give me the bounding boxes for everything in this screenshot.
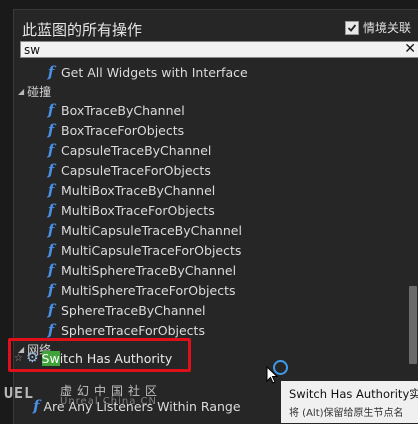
list-item-label: MultiCapsuleTraceByChannel: [61, 222, 242, 238]
favorite-star-icon[interactable]: ☆: [14, 353, 23, 364]
context-checkbox[interactable]: [344, 20, 359, 35]
list-item[interactable]: f BoxTraceByChannel: [44, 100, 418, 120]
search-bar[interactable]: ✕: [20, 41, 418, 58]
list-item[interactable]: f CapsuleTraceForObjects: [44, 160, 418, 180]
function-icon: f: [47, 261, 55, 279]
context-sensitive-toggle[interactable]: 情境关联: [344, 19, 411, 36]
function-icon: f: [47, 241, 55, 259]
tooltip-title: Switch Has Authority实例: [289, 387, 418, 401]
list-item-label: SphereTraceForObjects: [61, 322, 205, 338]
function-icon: f: [47, 201, 55, 219]
list-item-label: MultiBoxTraceByChannel: [61, 182, 216, 198]
function-icon: f: [47, 121, 55, 139]
function-icon: f: [47, 321, 55, 339]
list-item-label: BoxTraceForObjects: [61, 122, 185, 138]
list-item[interactable]: f BoxTraceForObjects: [44, 120, 418, 140]
category-label: 碰撞: [27, 84, 52, 99]
list-item[interactable]: f MultiCapsuleTraceForObjects: [44, 240, 418, 260]
function-icon: f: [47, 221, 55, 239]
watermark-logo: UEL: [4, 384, 35, 402]
list-item[interactable]: f SphereTraceForObjects: [44, 320, 418, 340]
list-item-label: MultiSphereTraceForObjects: [61, 282, 236, 298]
list-item[interactable]: f Get All Widgets with Interface: [44, 62, 418, 82]
function-icon: f: [47, 281, 55, 299]
list-item-switch-has-authority[interactable]: ☆ ⚙ Sw itch Has Authority: [14, 349, 172, 367]
list-item-label: SphereTraceByChannel: [61, 302, 206, 318]
list-item-label: itch Has Authority: [59, 350, 173, 366]
tooltip-hint: 将 (Alt)保留给原生节点名: [289, 408, 404, 419]
clear-search-icon[interactable]: ✕: [404, 42, 416, 57]
list-item[interactable]: f MultiSphereTraceByChannel: [44, 260, 418, 280]
tooltip: Switch Has Authority实例 将 (Alt)保留给原生节点名: [281, 381, 418, 423]
menu-title: 此蓝图的所有操作: [22, 21, 143, 39]
watermark-en-text: Unreal China CN: [60, 396, 157, 407]
search-input[interactable]: [21, 42, 394, 57]
function-icon: f: [47, 181, 55, 199]
collapse-triangle-icon[interactable]: ◢: [18, 87, 24, 96]
list-item[interactable]: f MultiBoxTraceForObjects: [44, 200, 418, 220]
macro-gear-icon: ⚙: [25, 350, 39, 366]
list-item-label: CapsuleTraceByChannel: [61, 142, 212, 158]
function-icon: f: [47, 101, 55, 119]
list-item[interactable]: f MultiBoxTraceByChannel: [44, 180, 418, 200]
context-label: 情境关联: [362, 21, 411, 35]
list-item[interactable]: f MultiSphereTraceForObjects: [44, 280, 418, 300]
list-item-label: MultiCapsuleTraceForObjects: [61, 242, 242, 258]
list-item[interactable]: f CapsuleTraceByChannel: [44, 140, 418, 160]
list-item[interactable]: f SphereTraceByChannel: [44, 300, 418, 320]
list-item-label: Get All Widgets with Interface: [61, 64, 248, 80]
scrollbar-thumb[interactable]: [409, 286, 417, 364]
function-icon: f: [47, 161, 55, 179]
function-icon: f: [47, 141, 55, 159]
search-match-highlight: Sw: [41, 350, 60, 366]
category-collision[interactable]: ◢ 碰撞: [18, 82, 51, 100]
list-item[interactable]: f MultiCapsuleTraceByChannel: [44, 220, 418, 240]
list-item-label: BoxTraceByChannel: [61, 102, 185, 118]
list-item-label: CapsuleTraceForObjects: [61, 162, 211, 178]
function-icon: f: [47, 63, 55, 81]
list-item-label: MultiSphereTraceByChannel: [61, 262, 237, 278]
mouse-cursor-icon: [266, 366, 278, 384]
function-icon: f: [47, 301, 55, 319]
check-icon: [347, 23, 357, 32]
list-item-label: MultiBoxTraceForObjects: [61, 202, 215, 218]
